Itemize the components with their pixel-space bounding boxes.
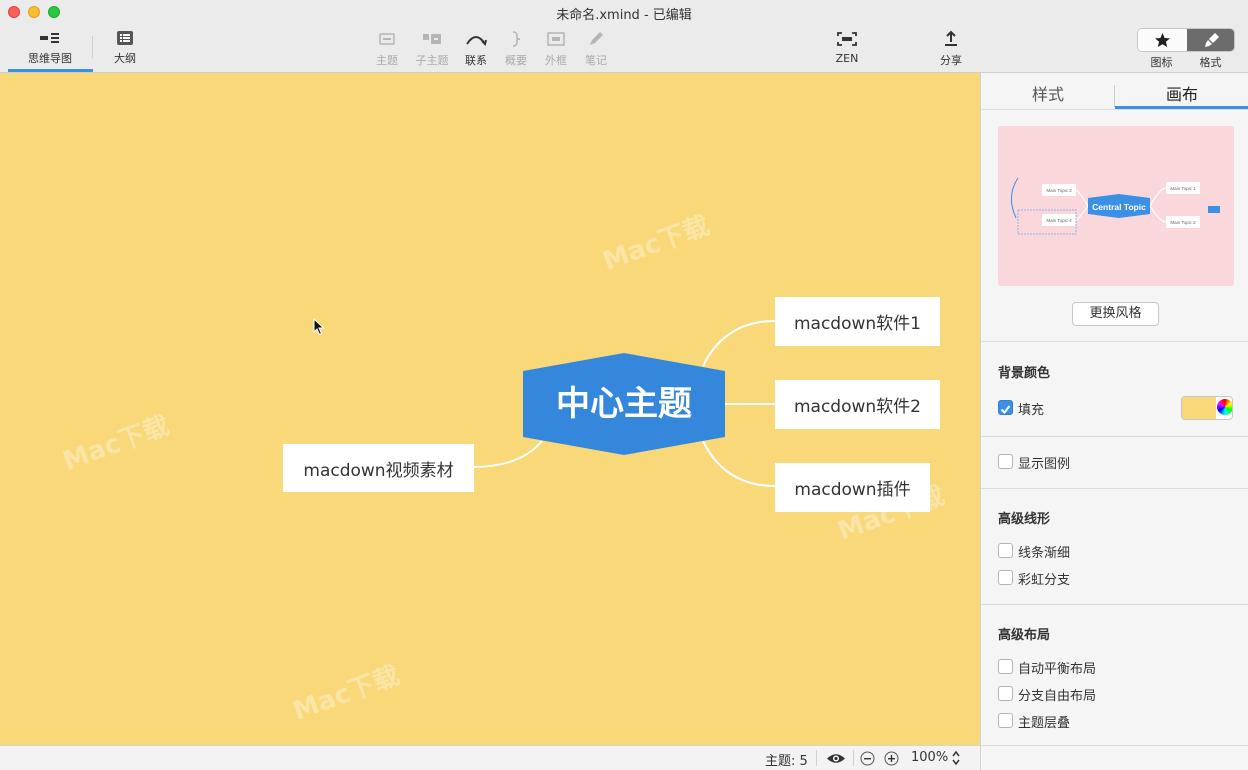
fill-checkbox[interactable] bbox=[998, 400, 1013, 415]
zoom-out-icon[interactable] bbox=[860, 751, 875, 766]
summary-brace-icon bbox=[512, 31, 521, 47]
color-wheel-icon[interactable] bbox=[1217, 399, 1232, 415]
share-button-label: 分享 bbox=[940, 54, 962, 67]
mindmap-icon bbox=[40, 33, 59, 43]
mindmap-view-tab[interactable]: 思维导图 bbox=[20, 30, 80, 70]
status-divider bbox=[816, 750, 817, 766]
mouse-cursor-icon bbox=[313, 318, 325, 336]
show-legend-checkbox[interactable] bbox=[998, 454, 1013, 469]
free-branch-label: 分支自由布局 bbox=[1018, 689, 1097, 704]
checkmark-icon bbox=[1000, 405, 1011, 415]
note-button[interactable]: 笔记 bbox=[566, 30, 626, 70]
section-divider bbox=[981, 604, 1248, 605]
topic-icon bbox=[379, 33, 395, 45]
outline-view-tab[interactable]: 大纲 bbox=[95, 30, 155, 70]
rainbow-branch-label: 彩虹分支 bbox=[1018, 573, 1071, 588]
outline-list-icon bbox=[117, 31, 133, 45]
zen-mode-button[interactable]: ZEN bbox=[817, 30, 877, 70]
show-legend-label: 显示图例 bbox=[1018, 457, 1071, 472]
toolbar-divider bbox=[92, 36, 93, 58]
central-topic[interactable]: 中心主题 bbox=[523, 353, 725, 455]
topic-node[interactable]: macdown插件 bbox=[775, 463, 930, 512]
zoom-level[interactable]: 100% bbox=[911, 750, 948, 765]
change-style-button[interactable]: 更换风格 bbox=[1072, 302, 1159, 326]
status-divider bbox=[853, 750, 854, 766]
section-divider bbox=[981, 341, 1248, 342]
preview-topic-text: Main Topic 4 bbox=[1046, 218, 1072, 223]
star-icon bbox=[1155, 33, 1170, 47]
outline-tab-label: 大纲 bbox=[114, 52, 136, 65]
format-brush-icon bbox=[1205, 33, 1219, 47]
preview-topic-text: Main Topic 3 bbox=[1046, 188, 1072, 193]
preview-mindmap: Central Topic Main Topic 1 Main Topic 2 … bbox=[1011, 177, 1220, 235]
preview-topic-text: Main Topic 1 bbox=[1170, 186, 1196, 191]
section-divider bbox=[981, 745, 1248, 746]
zen-fullscreen-icon bbox=[837, 32, 857, 46]
section-divider bbox=[981, 436, 1248, 437]
advanced-line-section-title: 高级线形 bbox=[998, 512, 1051, 527]
topic-count: 主题: 5 bbox=[765, 754, 808, 769]
central-topic-text: 中心主题 bbox=[556, 384, 692, 424]
preview-topic-text: Main Topic 2 bbox=[1170, 220, 1196, 225]
icons-label: 图标 bbox=[1150, 56, 1173, 69]
tab-canvas[interactable]: 画布 bbox=[1115, 81, 1248, 105]
preview-central-text: Central Topic bbox=[1092, 202, 1146, 212]
boundary-icon bbox=[547, 32, 565, 46]
style-preview-thumbnail[interactable]: Central Topic Main Topic 1 Main Topic 2 … bbox=[998, 126, 1234, 286]
topic-text: macdown插件 bbox=[794, 480, 911, 500]
topic-node[interactable]: macdown软件1 bbox=[775, 297, 940, 346]
relationship-icon bbox=[466, 36, 487, 46]
auto-balance-checkbox[interactable] bbox=[998, 659, 1013, 674]
background-color-well[interactable] bbox=[1181, 396, 1233, 420]
topic-text: macdown软件1 bbox=[793, 314, 921, 334]
active-tab-indicator bbox=[8, 69, 93, 72]
background-color-swatch bbox=[1182, 397, 1216, 419]
section-divider bbox=[981, 488, 1248, 489]
rainbow-branch-checkbox[interactable] bbox=[998, 570, 1013, 585]
format-sidebar: 样式 画布 Central Topic Main Topic 1 Main To… bbox=[980, 73, 1248, 770]
zoom-stepper-icon[interactable] bbox=[951, 750, 961, 766]
zoom-in-icon[interactable] bbox=[884, 751, 899, 766]
topic-node[interactable]: macdown视频素材 bbox=[283, 444, 474, 492]
topic-node[interactable]: macdown软件2 bbox=[775, 380, 940, 429]
free-branch-checkbox[interactable] bbox=[998, 686, 1013, 701]
topic-overlap-label: 主题层叠 bbox=[1018, 716, 1071, 731]
active-tab-indicator bbox=[1115, 106, 1248, 109]
format-panel-toggle[interactable] bbox=[1187, 29, 1234, 51]
taper-lines-label: 线条渐细 bbox=[1018, 546, 1071, 561]
taper-lines-checkbox[interactable] bbox=[998, 543, 1013, 558]
note-pencil-icon bbox=[590, 32, 603, 45]
fill-label: 填充 bbox=[1018, 403, 1045, 418]
icons-panel-toggle[interactable] bbox=[1138, 29, 1187, 51]
inspector-segmented-control bbox=[1137, 28, 1235, 52]
share-button[interactable]: 分享 bbox=[921, 30, 981, 70]
topic-text: macdown视频素材 bbox=[303, 460, 454, 481]
share-upload-icon bbox=[945, 30, 957, 46]
advanced-layout-section-title: 高级布局 bbox=[998, 628, 1051, 643]
topic-overlap-checkbox[interactable] bbox=[998, 713, 1013, 728]
status-bar: 主题: 5 100% bbox=[0, 745, 980, 770]
format-label: 格式 bbox=[1199, 56, 1222, 69]
note-button-label: 笔记 bbox=[585, 54, 607, 67]
auto-balance-label: 自动平衡布局 bbox=[1018, 662, 1097, 677]
subtopic-icon bbox=[423, 34, 441, 44]
title-toolbar: 未命名.xmind - 已编辑 思维导图 大纲 主题 子主题 联系 概要 外框 … bbox=[0, 0, 1248, 73]
tabs-border bbox=[981, 109, 1248, 110]
eye-icon[interactable] bbox=[826, 752, 846, 765]
mindmap-canvas[interactable]: Mac下载 Mac下载 Mac下载 Mac下载 中心主题 macdown软件1 … bbox=[0, 73, 980, 745]
tab-style[interactable]: 样式 bbox=[981, 81, 1115, 105]
window-title: 未命名.xmind - 已编辑 bbox=[556, 8, 692, 23]
topic-text: macdown软件2 bbox=[793, 397, 921, 417]
zen-button-label: ZEN bbox=[835, 52, 859, 65]
xmind-window: 未命名.xmind - 已编辑 思维导图 大纲 主题 子主题 联系 概要 外框 … bbox=[0, 0, 1248, 770]
mindmap-tab-label: 思维导图 bbox=[28, 52, 72, 65]
background-color-section-title: 背景颜色 bbox=[998, 366, 1051, 381]
